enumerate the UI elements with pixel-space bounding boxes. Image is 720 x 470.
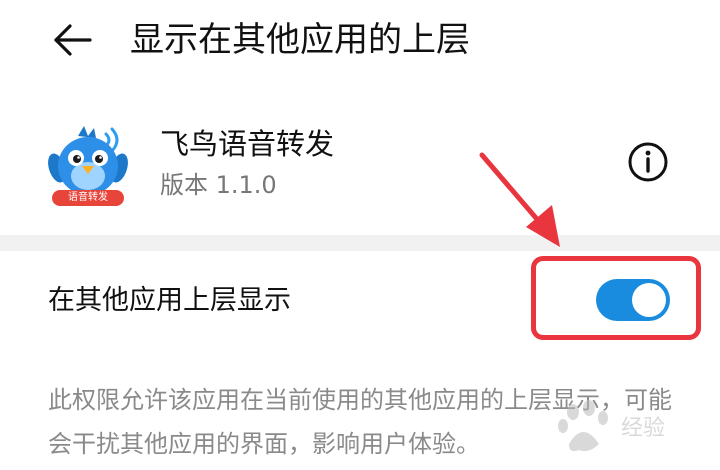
paw-logo-icon: [558, 400, 608, 452]
app-version: 版本 1.1.0: [160, 171, 277, 199]
info-circle-icon: [628, 142, 668, 182]
baidu-watermark: 经验: [555, 398, 705, 458]
app-name: 飞鸟语音转发: [160, 127, 335, 161]
app-info-button[interactable]: [624, 138, 672, 186]
red-arrow-annotation: [479, 152, 560, 247]
blue-bird-app-icon: 语音转发: [48, 122, 128, 208]
arrow-left-icon: [54, 24, 92, 56]
app-info-row: 语音转发 飞鸟语音转发 版本 1.1.0: [0, 108, 720, 230]
back-button[interactable]: [44, 14, 100, 66]
page-title: 显示在其他应用的上层: [130, 20, 470, 60]
top-app-bar: 显示在其他应用的上层: [0, 0, 720, 90]
watermark-text: 经验: [621, 416, 666, 441]
section-divider: [0, 235, 720, 251]
setting-label: 在其他应用上层显示: [48, 285, 291, 316]
app-icon-banner-text: 语音转发: [68, 192, 108, 203]
red-highlight-box: [531, 256, 701, 340]
